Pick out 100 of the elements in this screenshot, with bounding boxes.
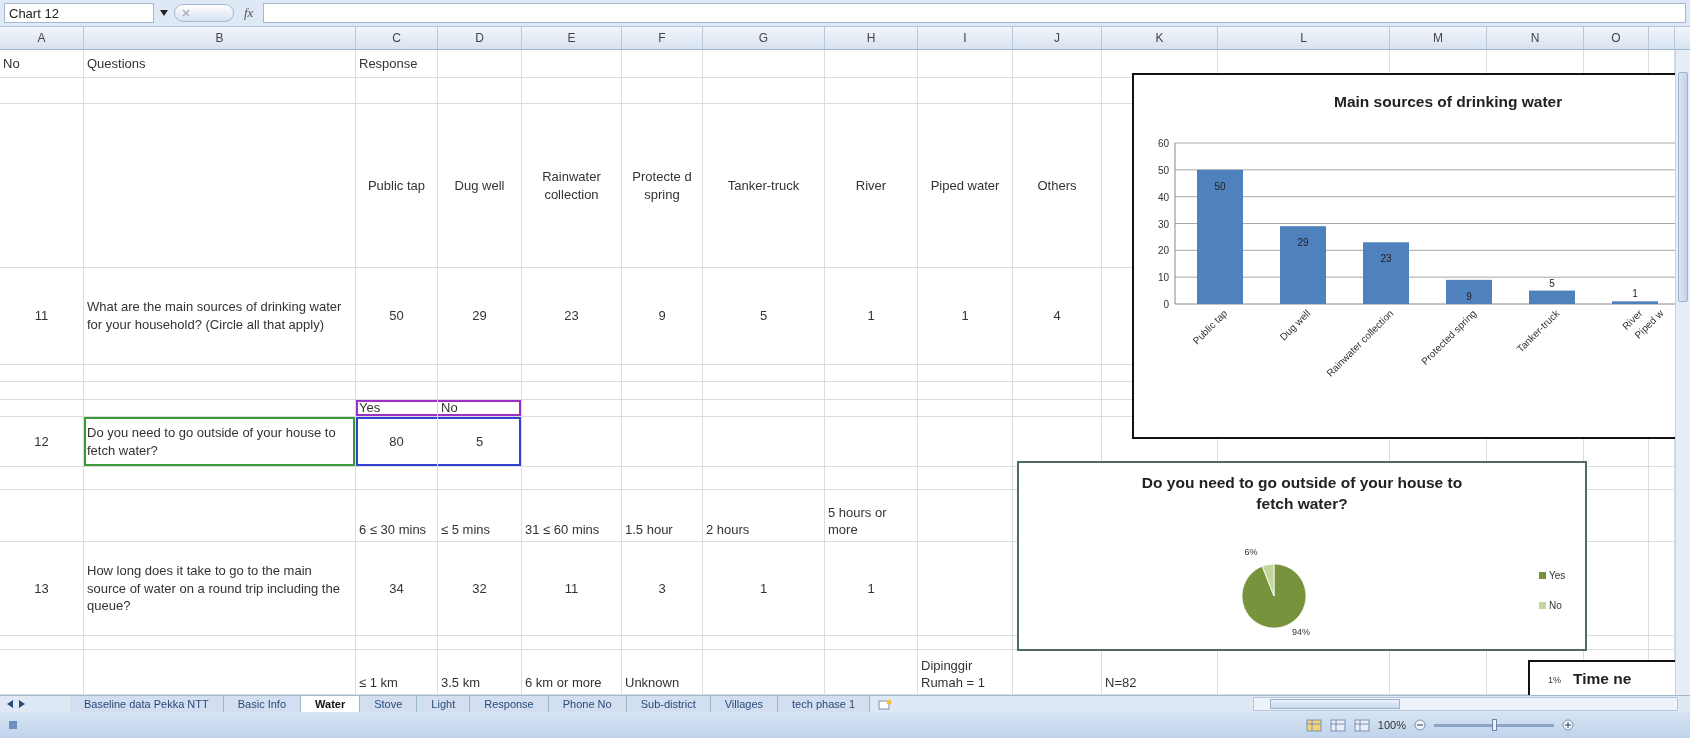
slider-thumb[interactable] xyxy=(1492,718,1497,731)
highlighted-cell[interactable]: 80 xyxy=(356,417,438,467)
legend-label: No xyxy=(1549,600,1562,611)
table-cell: Rainwater collection xyxy=(522,104,622,268)
table-cell: 5 hours or more xyxy=(825,490,918,542)
formula-buttons[interactable] xyxy=(174,4,234,22)
table-cell: 29 xyxy=(438,268,522,365)
insert-sheet-icon[interactable] xyxy=(878,698,893,710)
table-cell: Piped water xyxy=(918,104,1013,268)
data-label: 5 xyxy=(1549,277,1555,289)
name-box[interactable]: Chart 12 xyxy=(4,3,154,23)
sheet-tab[interactable]: Basic Info xyxy=(223,696,302,712)
table-cell: 31 ≤ 60 mins xyxy=(522,490,622,542)
sheet-tab[interactable]: Sub-district xyxy=(626,696,711,712)
table-cell: Protecte d spring xyxy=(622,104,703,268)
table-cell: 12 xyxy=(0,417,84,467)
table-cell: What are the main sources of drinking water for your household? (Circle all that apply) xyxy=(84,268,356,365)
chart-title: Do you need to go outside of your house to fetch water? xyxy=(1140,473,1464,514)
scroll-left-icon[interactable] xyxy=(6,700,14,708)
bar xyxy=(1446,279,1492,304)
sheet-tab[interactable]: Stove xyxy=(360,696,418,712)
dropdown-caret-icon[interactable] xyxy=(160,10,168,16)
bar xyxy=(1363,242,1409,304)
table-cell: Dug well xyxy=(438,104,522,268)
table-cell: 5 xyxy=(703,268,825,365)
vertical-scrollbar[interactable] xyxy=(1675,50,1690,695)
chart-frame[interactable]: Do you need to go outside of your house to fetch water? 94% Yes 6% No xyxy=(1017,461,1587,651)
chart-title: Main sources of drinking water xyxy=(1334,93,1563,111)
data-label: 50 xyxy=(1214,180,1226,192)
zoom-out-icon[interactable] xyxy=(1414,719,1426,731)
table-cell: 13 xyxy=(0,542,84,636)
table-cell: 50 xyxy=(356,268,438,365)
data-label: 29 xyxy=(1297,237,1309,249)
bar xyxy=(1529,290,1575,304)
table-cell: 1 xyxy=(825,542,918,636)
table-cell: 23 xyxy=(522,268,622,365)
category-label: Dug well xyxy=(1277,307,1313,343)
zoom-level[interactable]: 100% xyxy=(1377,719,1406,731)
normal-view-icon[interactable] xyxy=(1305,718,1322,732)
macro-record-icon xyxy=(8,720,18,730)
table-cell: 11 xyxy=(522,542,622,636)
table-cell: 11 xyxy=(0,268,84,365)
table-cell: 9 xyxy=(622,268,703,365)
table-cell: 1.5 hour xyxy=(622,490,703,542)
bar xyxy=(1612,301,1658,304)
table-cell: No xyxy=(0,50,84,78)
sheet-tab[interactable]: tech phase 1 xyxy=(778,696,871,712)
data-label: 94% xyxy=(1292,627,1310,637)
data-label: 9 xyxy=(1466,290,1472,302)
table-cell: Questions xyxy=(84,50,356,78)
table-cell: 1 xyxy=(825,268,918,365)
cancel-icon xyxy=(181,8,191,18)
sheet-tab[interactable]: Baseline data Pekka NTT xyxy=(70,696,224,712)
chart-title: Time ne xyxy=(1573,670,1632,688)
axis-tick-label: 0 xyxy=(1163,299,1169,310)
axis-tick-label: 20 xyxy=(1157,245,1169,257)
table-cell: Response xyxy=(356,50,438,78)
page-break-icon[interactable] xyxy=(1353,718,1370,732)
table-cell: 1 xyxy=(918,268,1013,365)
formula-input[interactable] xyxy=(263,3,1686,23)
scrollbar-thumb[interactable] xyxy=(1270,699,1400,709)
table-cell: Tanker-truck xyxy=(703,104,825,268)
scroll-right-icon[interactable] xyxy=(18,700,26,708)
data-label: 1 xyxy=(1632,288,1638,300)
sheet-tab[interactable]: Phone No xyxy=(548,696,627,712)
sheet-tab[interactable]: Villages xyxy=(710,696,779,712)
table-cell: How long does it take to go to the main source of water on a round trip including the queue? xyxy=(84,542,356,636)
chart-frame[interactable]: 1% Time ne xyxy=(1528,660,1675,695)
highlighted-cell[interactable]: Do you need to go outside of your house to fetch water? xyxy=(84,417,356,467)
axis-tick-label: 10 xyxy=(1157,272,1169,284)
table-cell: 34 xyxy=(356,542,438,636)
table-cell: 4 xyxy=(1013,268,1102,365)
axis-tick-label: 60 xyxy=(1157,138,1169,149)
table-cell: Public tap xyxy=(356,104,438,268)
axis-tick-label: 50 xyxy=(1157,164,1169,176)
legend-label: Yes xyxy=(1549,570,1566,581)
sheet-tab[interactable]: Water xyxy=(301,696,361,712)
scrollbar-thumb[interactable] xyxy=(1678,72,1688,302)
table-cell: River xyxy=(825,104,918,268)
table-cell: 3 xyxy=(622,542,703,636)
zoom-in-icon[interactable] xyxy=(1562,719,1574,731)
data-label: 23 xyxy=(1380,253,1392,265)
highlighted-cell[interactable]: No xyxy=(438,400,522,417)
highlighted-cell[interactable]: 5 xyxy=(438,417,522,467)
axis-tick-label: 40 xyxy=(1157,191,1169,203)
table-cell: 6 ≤ 30 mins xyxy=(356,490,438,542)
table-cell: 2 hours xyxy=(703,490,825,542)
sheet-tab[interactable]: Response xyxy=(470,696,549,712)
horizontal-scrollbar[interactable] xyxy=(1253,697,1678,711)
table-cell: Others xyxy=(1013,104,1102,268)
data-label: 1% xyxy=(1548,675,1561,685)
data-label: 6% xyxy=(1244,547,1258,557)
axis-tick-label: 30 xyxy=(1157,218,1169,230)
highlighted-cell[interactable]: Yes xyxy=(356,400,438,417)
page-layout-icon[interactable] xyxy=(1329,718,1346,732)
table-cell: 1 xyxy=(703,542,825,636)
table-cell: 32 xyxy=(438,542,522,636)
sheet-tab[interactable]: Light xyxy=(417,696,471,712)
function-button[interactable]: fx xyxy=(240,5,258,21)
table-cell: ≤ 5 mins xyxy=(438,490,522,542)
